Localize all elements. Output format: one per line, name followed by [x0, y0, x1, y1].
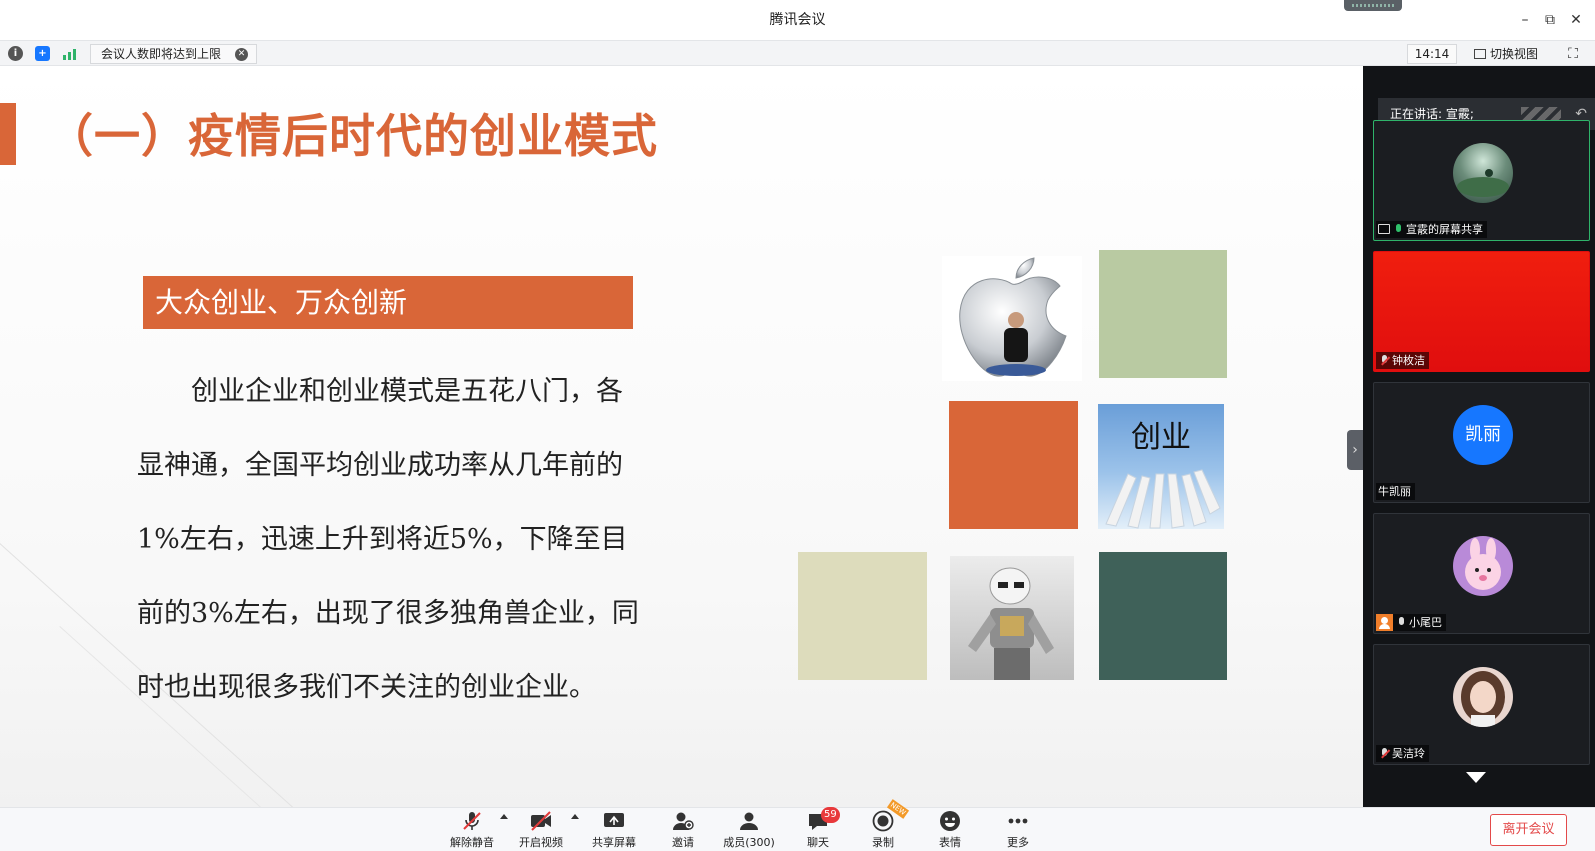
meeting-info-bar: i + 会议人数即将达到上限 ✕ 14:14 切换视图 ⛶ [0, 40, 1595, 66]
record-label: 录制 [872, 836, 894, 849]
switch-view-icon [1474, 49, 1486, 59]
invite-label: 邀请 [672, 836, 694, 849]
photo-avatar [1453, 667, 1513, 727]
mic-on-icon [1394, 224, 1403, 235]
start-video-label: 开启视频 [519, 836, 563, 849]
participant-tile[interactable]: 吴洁玲 [1373, 644, 1590, 765]
members-icon [738, 810, 760, 832]
more-label: 更多 [1007, 836, 1029, 849]
security-shield-icon[interactable]: + [35, 46, 50, 61]
switch-view-label: 切换视图 [1490, 47, 1539, 61]
mic-muted-icon [1380, 748, 1389, 759]
invite-button[interactable]: 邀请 [663, 810, 703, 851]
user-icon [1376, 614, 1393, 631]
capacity-notice-text: 会议人数即将达到上限 [101, 47, 222, 61]
participant-name: 钟枚洁 [1392, 354, 1425, 367]
title-bar: 腾讯会议 – ⧉ ✕ [0, 0, 1595, 40]
participant-label: 宣霰的屏幕共享 [1376, 221, 1487, 238]
close-icon[interactable]: ✕ [1564, 8, 1588, 32]
text-avatar: 凯丽 [1453, 405, 1513, 465]
fullscreen-icon[interactable]: ⛶ [1563, 44, 1583, 64]
smiley-icon [939, 810, 961, 832]
record-icon: NEW [872, 799, 910, 832]
unmute-label: 解除静音 [450, 836, 494, 849]
video-off-icon [530, 810, 552, 832]
teal-color-tile [1099, 552, 1227, 680]
title-accent-bar [0, 103, 16, 165]
share-screen-icon [603, 810, 625, 832]
bunny-avatar [1453, 536, 1513, 596]
share-screen-label: 共享屏幕 [592, 836, 636, 849]
audio-level-widget[interactable] [1344, 0, 1402, 11]
info-icon[interactable]: i [8, 46, 23, 61]
participant-label: 小尾巴 [1376, 614, 1446, 631]
invite-user-icon [672, 810, 694, 832]
apple-logo-image [942, 256, 1082, 381]
members-button[interactable]: 成员(300) [718, 810, 780, 851]
speaker-wave-icon [1521, 107, 1561, 121]
orange-color-tile [949, 401, 1078, 529]
landscape-avatar [1453, 143, 1513, 203]
chat-unread-badge: 59 [821, 807, 840, 823]
participant-tile[interactable]: 钟枚洁 [1373, 251, 1590, 372]
more-dots-icon [1007, 810, 1029, 832]
participant-name: 吴洁玲 [1392, 747, 1425, 760]
more-button[interactable]: 更多 [998, 810, 1038, 851]
slide-subtitle: 大众创业、万众创新 [143, 276, 633, 329]
participant-tile[interactable]: 小尾巴 [1373, 513, 1590, 634]
bottom-toolbar: 解除静音 开启视频 共享屏幕 邀请 成员(300) 59 聊天 NEW 录制 表… [0, 799, 1595, 851]
participant-tile[interactable]: 宣霰的屏幕共享 [1373, 120, 1590, 241]
mic-muted-icon [1380, 355, 1389, 366]
start-video-button[interactable]: 开启视频 [515, 810, 567, 851]
slide-body-text: 创业企业和创业模式是五花八门，各 显神通，全国平均创业成功率从几年前的 1%左右… [137, 355, 722, 725]
switch-view-button[interactable]: 切换视图 [1474, 44, 1550, 64]
startup-hands-image: 创业 [1098, 404, 1224, 529]
green-color-tile [1099, 250, 1227, 378]
participant-tile[interactable]: 凯丽 牛凯丽 [1373, 382, 1590, 503]
restore-icon[interactable]: ⧉ [1538, 8, 1562, 32]
reactions-label: 表情 [939, 836, 961, 849]
slide-title: （一）疫情后时代的创业模式 [47, 109, 658, 163]
chat-button[interactable]: 59 聊天 [798, 807, 840, 851]
unmute-button[interactable]: 解除静音 [448, 810, 496, 851]
participant-name: 宣霰的屏幕共享 [1406, 223, 1483, 236]
share-screen-button[interactable]: 共享屏幕 [588, 810, 640, 851]
scroll-down-icon[interactable] [1466, 772, 1486, 783]
speaking-text: 正在讲话: 宣霰; [1390, 107, 1474, 121]
record-button[interactable]: NEW 录制 [863, 799, 910, 851]
participant-name: 牛凯丽 [1378, 485, 1411, 498]
signal-icon[interactable] [62, 46, 77, 61]
meeting-clock: 14:14 [1407, 44, 1457, 64]
shared-screen-slide: （一）疫情后时代的创业模式 大众创业、万众创新 创业企业和创业模式是五花八门，各… [0, 66, 1363, 807]
mic-muted-icon [461, 810, 483, 832]
chat-icon: 59 [807, 807, 840, 832]
body-line: 显神通，全国平均创业成功率从几年前的 [137, 450, 623, 481]
participant-panel: 正在讲话: 宣霰; ↶ 宣霰的屏幕共享 钟枚洁 凯丽 牛凯丽 小尾巴 吴洁玲 [1363, 66, 1595, 807]
leave-meeting-button[interactable]: 离开会议 [1490, 814, 1567, 846]
body-line: 前的3%左右，出现了很多独角兽企业，同 [137, 598, 639, 629]
reactions-button[interactable]: 表情 [930, 810, 970, 851]
chat-label: 聊天 [807, 836, 829, 849]
capacity-notice: 会议人数即将达到上限 ✕ [90, 44, 257, 64]
minimize-icon[interactable]: – [1513, 8, 1537, 32]
participant-label: 钟枚洁 [1376, 352, 1429, 369]
close-notice-icon[interactable]: ✕ [235, 48, 248, 61]
participant-label: 吴洁玲 [1376, 745, 1429, 762]
body-line: 创业企业和创业模式是五花八门，各 [137, 376, 623, 407]
audio-options-caret-icon[interactable] [500, 814, 508, 819]
meeting-window: 腾讯会议 – ⧉ ✕ i + 会议人数即将达到上限 ✕ 14:14 切换视图 ⛶… [0, 0, 1595, 851]
mic-on-icon [1397, 617, 1406, 628]
participant-label: 牛凯丽 [1376, 483, 1415, 500]
video-options-caret-icon[interactable] [571, 814, 579, 819]
participant-name: 小尾巴 [1409, 616, 1442, 629]
beige-color-tile [798, 552, 927, 680]
robot-image [950, 556, 1074, 680]
body-line: 时也出现很多我们不关注的创业企业。 [137, 672, 596, 703]
screen-share-icon [1378, 224, 1390, 234]
members-label: 成员(300) [723, 836, 775, 849]
collapse-panel-icon[interactable]: › [1347, 430, 1363, 470]
body-line: 1%左右，迅速上升到将近5%，下降至目 [137, 524, 628, 555]
